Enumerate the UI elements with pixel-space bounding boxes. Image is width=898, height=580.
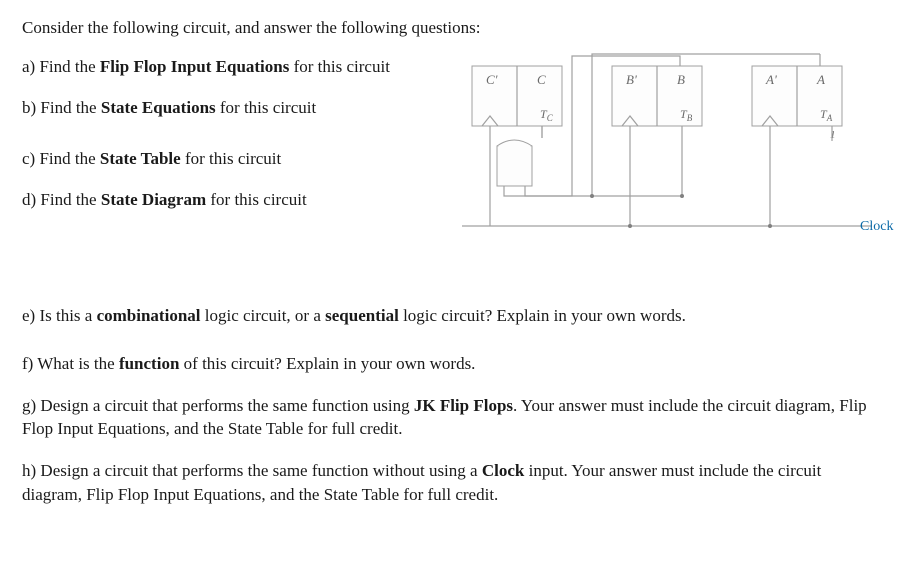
question-c: c) Find the State Table for this circuit (22, 148, 442, 171)
ff-a-q: A (816, 72, 825, 87)
q-f-bold: function (119, 354, 179, 373)
question-h: h) Design a circuit that performs the sa… (22, 459, 876, 507)
q-h-bold: Clock (482, 461, 525, 480)
question-d: d) Find the State Diagram for this circu… (22, 189, 442, 212)
ff-a-qbar: A' (765, 72, 777, 87)
ta-const-one: 1 (830, 129, 836, 141)
question-f: f) What is the function of this circuit?… (22, 352, 876, 376)
circuit-svg: C' C TC B' B TB A' A TA (442, 46, 898, 276)
q-e-bold1: combinational (97, 306, 201, 325)
and-gate-tc (497, 126, 542, 186)
q-g-pre: g) Design a circuit that performs the sa… (22, 396, 414, 415)
q-a-bold: Flip Flop Input Equations (100, 57, 289, 76)
q-f-pre: f) What is the (22, 354, 119, 373)
q-e-pre: e) Is this a (22, 306, 97, 325)
q-d-post: for this circuit (206, 190, 307, 209)
q-a-post: for this circuit (289, 57, 390, 76)
q-e-bold2: sequential (325, 306, 399, 325)
q-b-post: for this circuit (216, 98, 317, 117)
top-row: a) Find the Flip Flop Input Equations fo… (22, 56, 876, 286)
q-d-bold: State Diagram (101, 190, 206, 209)
q-a-pre: a) Find the (22, 57, 100, 76)
clock-label: Clock (860, 219, 893, 234)
q-d-pre: d) Find the (22, 190, 101, 209)
q-c-bold: State Table (100, 149, 181, 168)
q-f-post: of this circuit? Explain in your own wor… (179, 354, 475, 373)
intro-text: Consider the following circuit, and answ… (22, 18, 876, 38)
question-b: b) Find the State Equations for this cir… (22, 97, 442, 120)
q-g-bold: JK Flip Flops (414, 396, 513, 415)
q-b-pre: b) Find the (22, 98, 101, 117)
ff-b-qbar: B' (626, 72, 637, 87)
circuit-diagram: C' C TC B' B TB A' A TA (442, 56, 876, 286)
flip-flop-c: C' C TC (472, 66, 562, 126)
flip-flop-a: A' A TA 1 (752, 66, 842, 141)
question-g: g) Design a circuit that performs the sa… (22, 394, 876, 442)
q-h-pre: h) Design a circuit that performs the sa… (22, 461, 482, 480)
flip-flop-b: B' B TB (612, 66, 702, 126)
q-c-post: for this circuit (181, 149, 282, 168)
question-a: a) Find the Flip Flop Input Equations fo… (22, 56, 442, 79)
q-b-bold: State Equations (101, 98, 216, 117)
questions-left: a) Find the Flip Flop Input Equations fo… (22, 56, 442, 286)
q-e-post: logic circuit? Explain in your own words… (399, 306, 686, 325)
q-e-mid: logic circuit, or a (201, 306, 326, 325)
ff-c-qbar: C' (486, 72, 498, 87)
question-e: e) Is this a combinational logic circuit… (22, 304, 876, 328)
ff-c-q: C (537, 72, 546, 87)
q-c-pre: c) Find the (22, 149, 100, 168)
ff-b-q: B (677, 72, 685, 87)
